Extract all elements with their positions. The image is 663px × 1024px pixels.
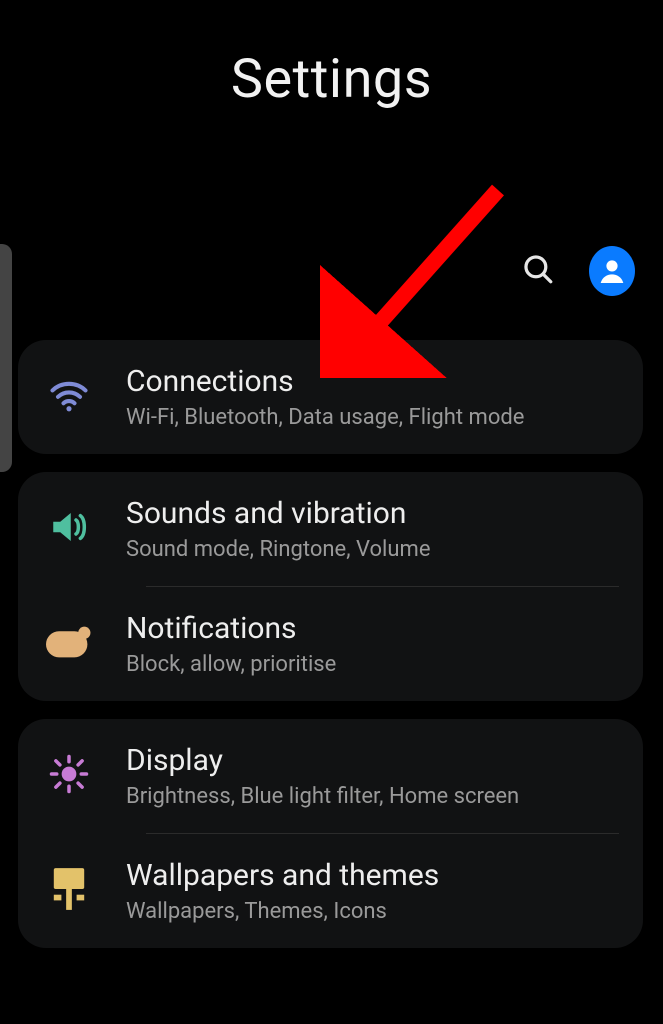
settings-item-title: Display bbox=[126, 743, 519, 778]
settings-item-title: Sounds and vibration bbox=[126, 496, 431, 531]
wallpaper-icon bbox=[50, 868, 88, 914]
settings-list: Connections Wi-Fi, Bluetooth, Data usage… bbox=[18, 340, 643, 948]
settings-group: Sounds and vibration Sound mode, Rington… bbox=[18, 472, 643, 701]
settings-item-subtitle: Block, allow, prioritise bbox=[126, 652, 336, 677]
display-icon bbox=[48, 753, 90, 799]
settings-item-connections[interactable]: Connections Wi-Fi, Bluetooth, Data usage… bbox=[18, 340, 643, 454]
settings-item-subtitle: Wi-Fi, Bluetooth, Data usage, Flight mod… bbox=[126, 405, 524, 430]
wifi-icon bbox=[47, 373, 91, 421]
settings-screen: Settings bbox=[0, 0, 663, 1024]
settings-item-notifications[interactable]: Notifications Block, allow, prioritise bbox=[18, 587, 643, 701]
profile-button[interactable] bbox=[589, 248, 635, 294]
settings-group: Display Brightness, Blue light filter, H… bbox=[18, 719, 643, 948]
profile-icon bbox=[589, 246, 635, 296]
notification-icon bbox=[46, 625, 92, 663]
toolbar bbox=[515, 248, 635, 294]
scroll-handle[interactable] bbox=[0, 244, 12, 472]
settings-item-subtitle: Brightness, Blue light filter, Home scre… bbox=[126, 784, 519, 809]
settings-item-sounds[interactable]: Sounds and vibration Sound mode, Rington… bbox=[18, 472, 643, 586]
settings-item-title: Notifications bbox=[126, 611, 336, 646]
settings-group: Connections Wi-Fi, Bluetooth, Data usage… bbox=[18, 340, 643, 454]
settings-item-subtitle: Wallpapers, Themes, Icons bbox=[126, 899, 439, 924]
search-icon bbox=[521, 252, 555, 290]
settings-item-wallpapers[interactable]: Wallpapers and themes Wallpapers, Themes… bbox=[18, 834, 643, 948]
sound-icon bbox=[48, 506, 90, 552]
page-title: Settings bbox=[0, 0, 663, 111]
settings-item-title: Connections bbox=[126, 364, 524, 399]
search-button[interactable] bbox=[515, 248, 561, 294]
settings-item-subtitle: Sound mode, Ringtone, Volume bbox=[126, 537, 431, 562]
settings-item-title: Wallpapers and themes bbox=[126, 858, 439, 893]
settings-item-display[interactable]: Display Brightness, Blue light filter, H… bbox=[18, 719, 643, 833]
